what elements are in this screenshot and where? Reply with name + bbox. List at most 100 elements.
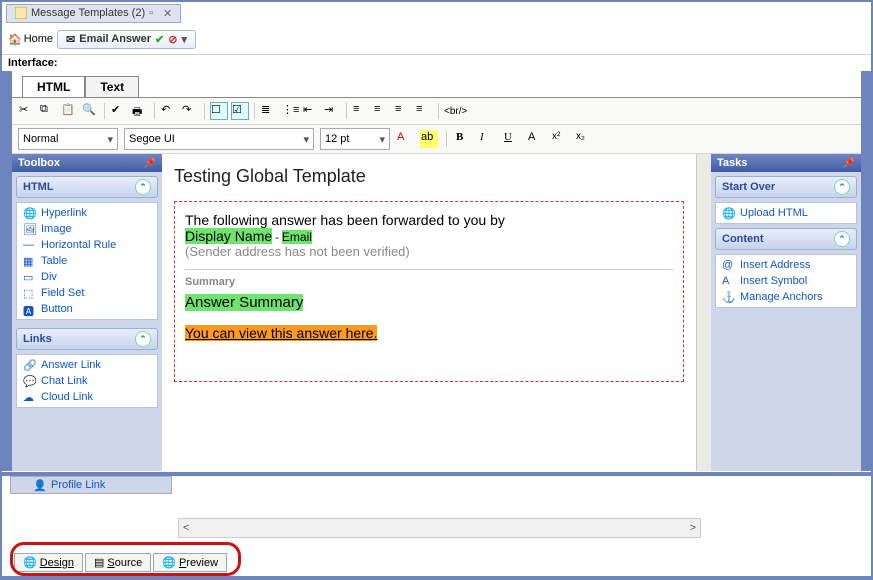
item-profile-link[interactable]: 👤Profile Link [11,477,171,493]
item-table[interactable]: ▦Table [19,253,155,269]
editor-canvas[interactable]: Testing Global Template The following an… [162,154,696,471]
group-html-label: HTML [23,181,54,193]
chevron-down-icon: ▾ [303,133,309,146]
vertical-scrollbar[interactable] [696,154,711,471]
forward-line: The following answer has been forwarded … [185,212,673,228]
font-color-icon[interactable]: A [396,130,414,148]
item-insert-address[interactable]: @Insert Address [718,257,854,273]
content-region[interactable]: The following answer has been forwarded … [174,201,684,382]
view-answer-link[interactable]: You can view this answer here. [185,325,377,341]
tab-text[interactable]: Text [85,76,139,97]
sender-line: Display Name - Email [185,228,673,244]
var-display-name[interactable]: Display Name [185,228,272,244]
align-left-icon[interactable]: ≡ [352,102,370,120]
close-icon[interactable]: ✕ [163,7,172,20]
address-icon: @ [722,259,736,271]
undo-icon[interactable]: ↶ [160,102,178,120]
item-cloud-link[interactable]: ☁Cloud Link [19,389,155,405]
collapse-icon[interactable]: ⌃ [834,231,850,247]
button-icon: 🅰 [23,303,37,315]
toggle2-icon[interactable]: ☑ [231,102,249,120]
collapse-icon[interactable]: ⌃ [135,179,151,195]
font-select[interactable]: Segoe UI▾ [124,128,314,150]
style-value: Normal [23,133,58,145]
item-chat-link[interactable]: 💬Chat Link [19,373,155,389]
highlight-icon[interactable]: ab [420,130,438,148]
group-content-label: Content [722,233,764,245]
list-num-icon[interactable]: ≣ [260,102,278,120]
size-value: 12 pt [325,133,349,145]
group-startover-header[interactable]: Start Over⌃ [715,176,857,198]
collapse-icon[interactable]: ⌃ [834,179,850,195]
item-button[interactable]: 🅰Button [19,301,155,317]
chevron-down-icon: ▾ [379,133,385,146]
underline-icon[interactable]: U [503,130,521,148]
upload-icon: 🌐 [722,207,736,219]
dropdown-icon[interactable]: ▾ [181,33,187,46]
item-image[interactable]: 🖼Image [19,221,155,237]
print-icon[interactable]: 🖶 [131,102,149,120]
rich-toolbar-row1: ✂ ⧉ 📋 🔍 ✔ 🖶 ↶ ↷ ☐ ☑ ≣ ⋮≡ ⇤ ⇥ ≡ ≡ ≡ ≡ [12,98,861,125]
cut-icon[interactable]: ✂ [18,102,36,120]
superscript-icon[interactable]: x² [551,130,569,148]
chevron-down-icon: ▾ [107,133,113,146]
redo-icon[interactable]: ↷ [181,102,199,120]
hr-icon: — [23,239,37,251]
doc-heading: Testing Global Template [174,166,684,187]
italic-icon[interactable]: I [479,130,497,148]
view-source-tab[interactable]: ▤Source [85,553,151,572]
scroll-right-icon[interactable]: > [690,522,696,534]
anchor-icon: ⚓ [722,291,736,303]
group-content-header[interactable]: Content ⌃ [715,228,857,250]
paste-icon[interactable]: 📋 [60,102,78,120]
group-html-header[interactable]: HTML ⌃ [16,176,158,198]
tab-html[interactable]: HTML [22,76,85,97]
toggle1-icon[interactable]: ☐ [210,102,228,120]
view-preview-tab[interactable]: 🌐Preview [153,553,227,572]
div-icon: ▭ [23,271,37,283]
tasks-title: Tasks [717,157,747,169]
document-tab[interactable]: Message Templates (2) ▫ ✕ [6,4,181,23]
bold-icon[interactable]: B [455,130,473,148]
item-hr[interactable]: —Horizontal Rule [19,237,155,253]
email-answer-button[interactable]: ✉ Email Answer ✔ ⊘ ▾ [57,30,196,49]
item-manage-anchors[interactable]: ⚓Manage Anchors [718,289,854,305]
size-select[interactable]: 12 pt ▾ [320,128,390,150]
item-div[interactable]: ▭Div [19,269,155,285]
item-insert-symbol[interactable]: AInsert Symbol [718,273,854,289]
find-icon[interactable]: 🔍 [81,102,99,120]
style-select[interactable]: Normal ▾ [18,128,118,150]
list-bullet-icon[interactable]: ⋮≡ [281,102,299,120]
copy-icon[interactable]: ⧉ [39,102,57,120]
pin-icon[interactable]: 📌 [843,158,855,169]
view-design-tab[interactable]: 🌐Design [14,553,83,572]
sender-note: (Sender address has not been verified) [185,244,673,259]
item-answer-link[interactable]: 🔗Answer Link [19,357,155,373]
table-icon: ▦ [23,255,37,267]
home-button[interactable]: 🏠 Home [8,33,53,46]
collapse-icon[interactable]: ⌃ [135,331,151,347]
subscript-icon[interactable]: x₂ [575,130,593,148]
indent-icon[interactable]: ⇥ [323,102,341,120]
restore-icon[interactable]: ▫ [149,7,153,19]
align-center-icon[interactable]: ≡ [373,102,391,120]
align-justify-icon[interactable]: ≡ [415,102,433,120]
var-answer-summary[interactable]: Answer Summary [185,294,303,311]
outdent-icon[interactable]: ⇤ [302,102,320,120]
pin-icon[interactable]: 📌 [144,158,156,169]
item-hyperlink[interactable]: 🌐Hyperlink [19,205,155,221]
image-icon: 🖼 [23,223,37,235]
separator [154,103,155,119]
var-email[interactable]: Email [282,230,312,244]
horizontal-scrollbar[interactable]: < > [178,518,701,538]
spellcheck-icon[interactable]: ✔ [110,102,128,120]
scroll-left-icon[interactable]: < [183,522,189,534]
align-right-icon[interactable]: ≡ [394,102,412,120]
br-button[interactable]: <br/> [444,106,467,117]
font-face-icon[interactable]: A [527,130,545,148]
left-gutter [2,71,12,471]
item-fieldset[interactable]: ⬚Field Set [19,285,155,301]
item-upload-html[interactable]: 🌐Upload HTML [718,205,854,221]
group-links-header[interactable]: Links⌃ [16,328,158,350]
separator [204,103,205,119]
